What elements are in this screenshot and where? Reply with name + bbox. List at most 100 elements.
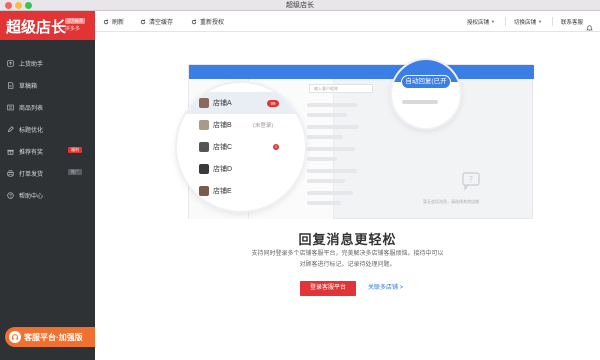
unread-badge: 2 bbox=[273, 144, 279, 150]
store-row: 店铺C 2 bbox=[177, 136, 305, 158]
auto-reply-toggle: 自动回复(已开启) bbox=[401, 75, 451, 97]
sidebar-item-title-optimize[interactable]: 标题优化 bbox=[0, 118, 95, 140]
main-content: 输入客户昵称 ? 暂无会话消息，请选择其他店铺 ▶ 店铺A 99 店铺B (未登… bbox=[95, 32, 600, 360]
logo: 超级店长 官方推荐 拼多多 bbox=[0, 11, 95, 40]
edit-icon bbox=[7, 125, 14, 133]
link-multi-store-link[interactable]: 关联多店铺 > bbox=[368, 281, 403, 296]
auth-store-dropdown[interactable]: 授权店铺 ▼ bbox=[467, 11, 495, 32]
store-status: (未登录) bbox=[253, 123, 274, 129]
sidebar-item-products[interactable]: 商品列表 bbox=[0, 96, 95, 118]
gift-icon bbox=[7, 148, 14, 155]
sidebar-item-label: 帮助中心 bbox=[19, 193, 44, 200]
sidebar-item-drafts[interactable]: 草稿箱 bbox=[0, 74, 95, 96]
print-icon bbox=[7, 169, 14, 177]
sidebar-item-label: 标题优化 bbox=[19, 127, 44, 134]
refresh-label: 刷新 bbox=[112, 20, 125, 26]
chevron-down-icon: ▼ bbox=[538, 19, 542, 24]
mockup-line bbox=[307, 179, 345, 183]
mockup-line bbox=[307, 113, 347, 117]
store-row: 店铺E bbox=[177, 180, 305, 202]
logo-badge: 官方推荐 bbox=[65, 18, 85, 24]
refresh-icon bbox=[191, 19, 197, 25]
mockup-line bbox=[402, 100, 438, 104]
svg-text:?: ? bbox=[469, 175, 473, 184]
store-name: 店铺A bbox=[213, 100, 232, 107]
avatar bbox=[199, 98, 209, 108]
promo-label: 客服平台·加强版 bbox=[24, 332, 83, 342]
list-icon bbox=[7, 104, 14, 111]
store-name: 店铺C bbox=[213, 144, 233, 151]
description-line: 支持同时登录多个店铺客服平台，完美解决多店铺客服烦恼。接待中可以 bbox=[251, 251, 444, 257]
sidebar-item-upload[interactable]: 上货助手 bbox=[0, 52, 95, 74]
app-window: 超级店长 超级店长 官方推荐 拼多多 上货助手 草稿箱 商品列表 标题优化 推荐… bbox=[0, 0, 600, 360]
sidebar-item-referral[interactable]: 推荐有奖 福利 bbox=[0, 140, 95, 162]
avatar bbox=[199, 186, 209, 196]
toolbar: 刷新 清空缓存 重新授权 授权店铺 ▼ 切换店铺 ▼ 联系客服 bbox=[95, 11, 600, 32]
avatar bbox=[199, 120, 209, 130]
status-badge: 福利 bbox=[68, 147, 82, 153]
store-row: ▶ 店铺A 99 bbox=[177, 92, 305, 114]
page-title: 回复消息更轻松 bbox=[298, 232, 397, 247]
sidebar-item-label: 商品列表 bbox=[19, 105, 44, 112]
refresh-icon bbox=[140, 19, 146, 25]
bell-icon[interactable] bbox=[586, 18, 593, 31]
store-row: 店铺D bbox=[177, 158, 305, 180]
draft-icon bbox=[7, 81, 14, 89]
mockup-line bbox=[307, 147, 355, 151]
mockup-line bbox=[307, 103, 357, 107]
avatar bbox=[199, 164, 209, 174]
store-name: 店铺E bbox=[213, 188, 232, 195]
headset-icon bbox=[9, 331, 21, 343]
mockup-line bbox=[307, 169, 357, 173]
refresh-icon bbox=[103, 19, 109, 25]
sidebar-item-help[interactable]: 帮助中心 bbox=[0, 184, 95, 206]
empty-chat-icon: ? bbox=[457, 171, 485, 193]
avatar bbox=[199, 142, 209, 152]
store-name: 店铺B bbox=[213, 122, 232, 129]
title-bar: 超级店长 bbox=[0, 0, 600, 11]
help-icon bbox=[7, 191, 14, 199]
contact-support-label: 联系客服 bbox=[561, 19, 584, 26]
mockup-search-input: 输入客户昵称 bbox=[309, 84, 373, 93]
reauthorize-label: 重新授权 bbox=[200, 20, 225, 26]
logo-title: 超级店长 bbox=[6, 18, 67, 36]
contact-support-button[interactable]: 联系客服 bbox=[561, 11, 583, 32]
switch-store-label: 切换店铺 bbox=[514, 19, 537, 26]
sidebar-nav: 上货助手 草稿箱 商品列表 标题优化 推荐有奖 福利 打单发货 推广 帮助中心 bbox=[0, 52, 95, 206]
unread-badge: 99 bbox=[267, 99, 279, 107]
sidebar-item-label: 上货助手 bbox=[19, 61, 44, 68]
store-row: 店铺B (未登录) bbox=[177, 114, 305, 136]
chevron-down-icon: ▼ bbox=[491, 19, 495, 24]
refresh-button[interactable]: 刷新 bbox=[103, 11, 124, 32]
mockup-line bbox=[307, 201, 341, 205]
description-line: 对顾客进行标记，记录待处理问题。 bbox=[299, 262, 396, 268]
customer-service-promo-button[interactable]: 客服平台·加强版 bbox=[5, 327, 95, 347]
mockup-header-bar bbox=[189, 65, 534, 79]
sidebar-item-label: 推荐有奖 bbox=[19, 149, 44, 156]
switch-store-dropdown[interactable]: 切换店铺 ▼ bbox=[514, 11, 542, 32]
auth-store-label: 授权店铺 bbox=[467, 19, 490, 26]
sidebar-item-label: 草稿箱 bbox=[19, 83, 38, 90]
empty-chat-hint: 暂无会话消息，请选择其他店铺 bbox=[423, 199, 479, 204]
logo-subtitle: 拼多多 bbox=[65, 26, 81, 32]
sidebar-item-label: 打单发货 bbox=[19, 171, 44, 178]
reauthorize-button[interactable]: 重新授权 bbox=[191, 11, 224, 32]
sidebar-item-shipping[interactable]: 打单发货 推广 bbox=[0, 162, 95, 184]
mockup-line bbox=[307, 135, 343, 139]
status-badge: 推广 bbox=[68, 169, 82, 175]
chevron-right-icon: ▶ bbox=[187, 100, 191, 106]
clear-cache-label: 清空缓存 bbox=[149, 20, 174, 26]
auto-reply-magnifier: 自动回复(已开启) bbox=[392, 60, 460, 128]
mockup-line bbox=[307, 157, 337, 161]
store-list-magnifier: ▶ 店铺A 99 店铺B (未登录) 店铺C 2 店铺D 店铺E bbox=[177, 83, 305, 211]
mockup-line bbox=[307, 191, 353, 195]
sidebar: 超级店长 官方推荐 拼多多 上货助手 草稿箱 商品列表 标题优化 推荐有奖 福利… bbox=[0, 11, 95, 360]
upload-icon bbox=[7, 59, 14, 67]
clear-cache-button[interactable]: 清空缓存 bbox=[140, 11, 173, 32]
mockup-line bbox=[307, 125, 359, 129]
divider bbox=[552, 17, 553, 26]
window-title: 超级店长 bbox=[286, 2, 314, 9]
store-name: 店铺D bbox=[213, 166, 233, 173]
login-service-platform-button[interactable]: 登录客服平台 bbox=[300, 281, 356, 296]
divider bbox=[505, 17, 506, 26]
